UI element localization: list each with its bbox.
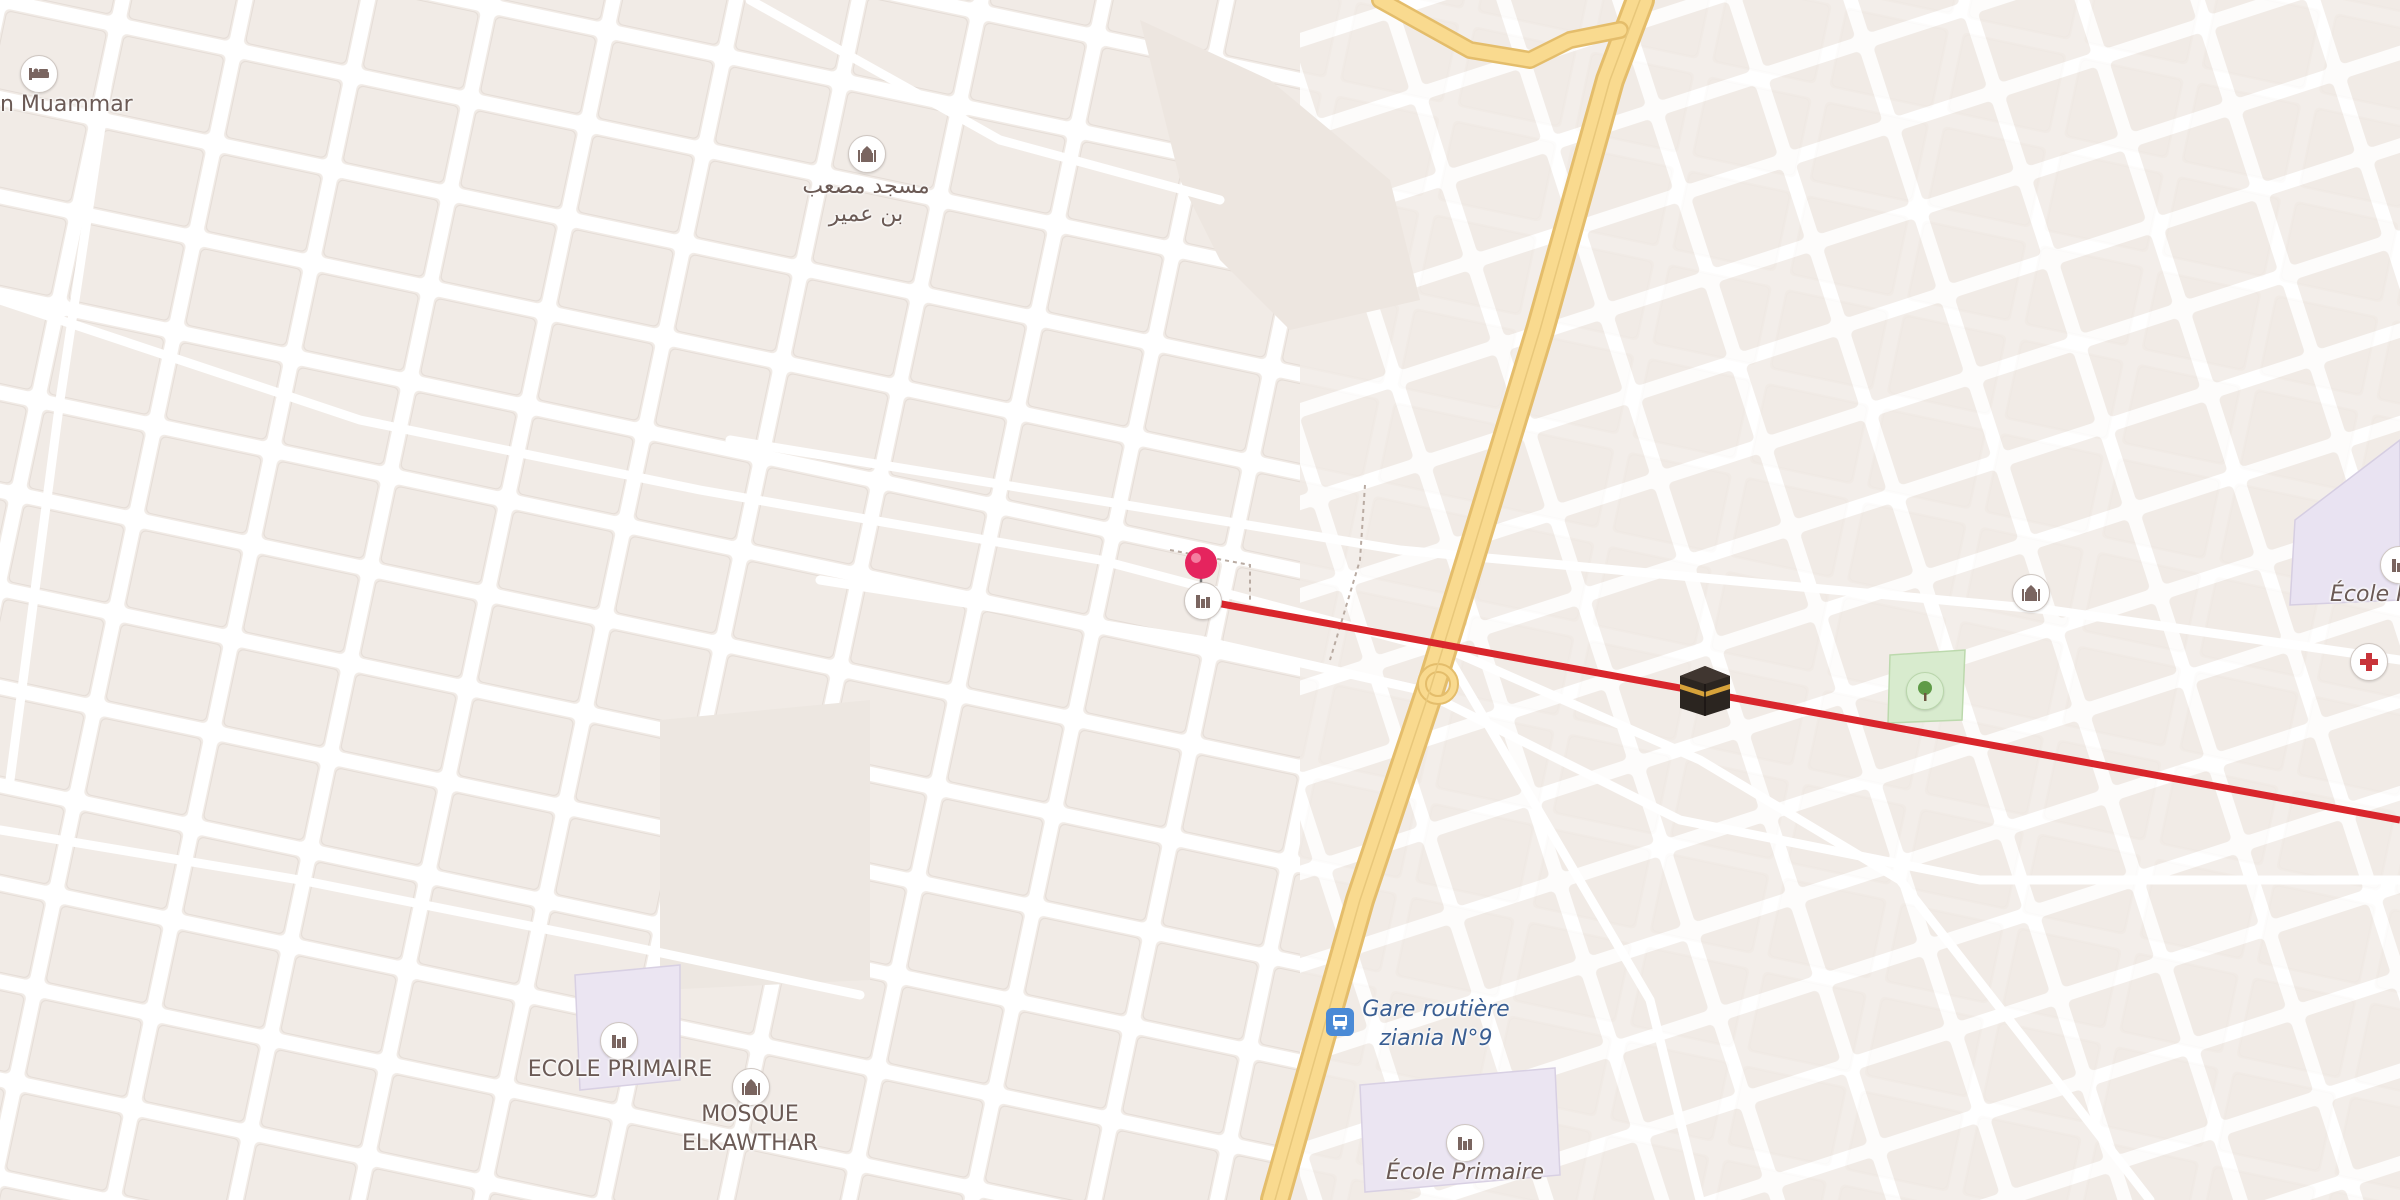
bed-icon[interactable] bbox=[20, 55, 58, 93]
mosque-icon[interactable] bbox=[848, 135, 886, 173]
ecole-primaire-left-label: ECOLE PRIMAIRE bbox=[527, 1057, 713, 1082]
hotel-label: n Muammar bbox=[0, 92, 133, 117]
mosque-elkawthar-label-line2: ELKAWTHAR bbox=[681, 1131, 819, 1156]
open-area-2 bbox=[660, 700, 870, 990]
school-icon-pin[interactable] bbox=[1184, 582, 1222, 620]
bus-station-label-line1: Gare routière bbox=[1362, 997, 1510, 1022]
map-view[interactable]: n Muammar مسجد مصعب بن عمير École P bbox=[0, 0, 2400, 1200]
mosque-icon-right[interactable] bbox=[2012, 574, 2050, 612]
tree-icon[interactable] bbox=[1906, 672, 1944, 710]
ecole-primaire-bottom-label: École Primaire bbox=[1385, 1160, 1545, 1185]
mosque-arabic-label-line2: بن عمير bbox=[828, 202, 904, 227]
medical-cross-icon[interactable] bbox=[2350, 643, 2388, 681]
bus-station-label-line2: ziania N°9 bbox=[1379, 1026, 1493, 1051]
ecole-right-label: École P bbox=[2330, 582, 2400, 607]
school-icon-bottom[interactable] bbox=[1446, 1124, 1484, 1162]
mosque-arabic-label-line1: مسجد مصعب bbox=[802, 174, 930, 199]
mosque-elkawthar-label-line1: MOSQUE bbox=[701, 1102, 799, 1127]
kaaba-icon[interactable] bbox=[1676, 662, 1734, 718]
